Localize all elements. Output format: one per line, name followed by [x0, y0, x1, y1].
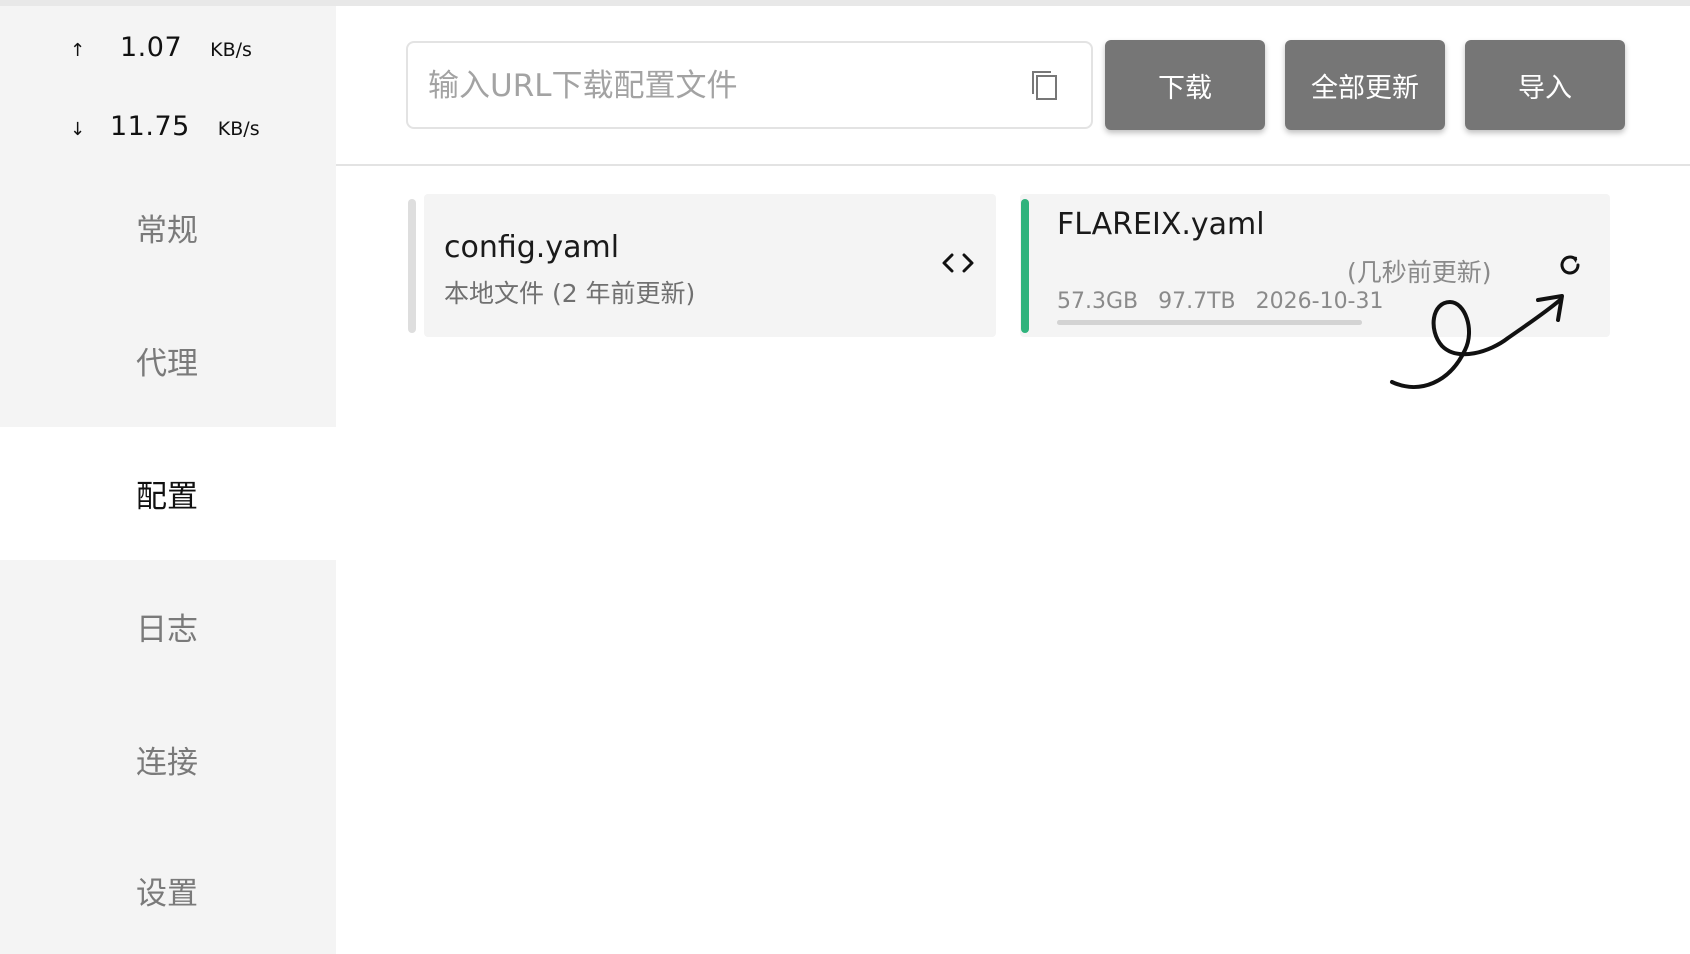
- nav-item-profiles[interactable]: 配置: [0, 427, 336, 560]
- nav-item-settings[interactable]: 设置: [0, 826, 336, 954]
- profile-name: config.yaml: [444, 230, 620, 265]
- url-field: [406, 41, 1093, 129]
- upload-unit: KB/s: [210, 39, 252, 61]
- profile-subtitle: 本地文件 (2 年前更新): [444, 279, 696, 308]
- upload-arrow-icon: ↑: [70, 40, 86, 61]
- download-button[interactable]: 下载: [1105, 40, 1265, 130]
- usage-bar: [1057, 320, 1362, 325]
- usage-bar-fill: [1057, 320, 1362, 325]
- upload-value: 1.07: [120, 32, 183, 63]
- update-all-button[interactable]: 全部更新: [1285, 40, 1445, 130]
- profile-selected-indicator: [1021, 199, 1029, 333]
- download-value: 11.75: [110, 111, 190, 142]
- code-icon[interactable]: [940, 250, 976, 276]
- nav-item-proxy[interactable]: 代理: [0, 294, 336, 427]
- traffic-used: 57.3GB: [1057, 289, 1139, 314]
- nav-item-general[interactable]: 常规: [0, 161, 336, 294]
- url-input[interactable]: [426, 43, 990, 129]
- profile-stats: 57.3GB 97.7TB 2026-10-31: [1057, 289, 1384, 314]
- download-arrow-icon: ↓: [70, 119, 86, 140]
- profile-card-config[interactable]: [424, 194, 996, 337]
- profile-indicator: [408, 199, 416, 333]
- download-unit: KB/s: [217, 118, 260, 140]
- import-button[interactable]: 导入: [1465, 40, 1625, 130]
- expire-date: 2026-10-31: [1255, 289, 1384, 314]
- header-divider: [336, 164, 1690, 166]
- nav-item-logs[interactable]: 日志: [0, 560, 336, 693]
- paste-icon[interactable]: [1027, 67, 1063, 103]
- refresh-icon[interactable]: [1555, 250, 1585, 280]
- upload-speed: ↑ 1.07 KB/s: [70, 32, 252, 63]
- nav-item-connections[interactable]: 连接: [0, 693, 336, 826]
- profile-name: FLAREIX.yaml: [1057, 207, 1265, 242]
- traffic-monitor: ↑ 1.07 KB/s ↓ 11.75 KB/s: [0, 6, 336, 167]
- download-speed: ↓ 11.75 KB/s: [70, 111, 260, 142]
- profile-updated: (几秒前更新): [1347, 258, 1492, 287]
- traffic-total: 97.7TB: [1158, 289, 1236, 314]
